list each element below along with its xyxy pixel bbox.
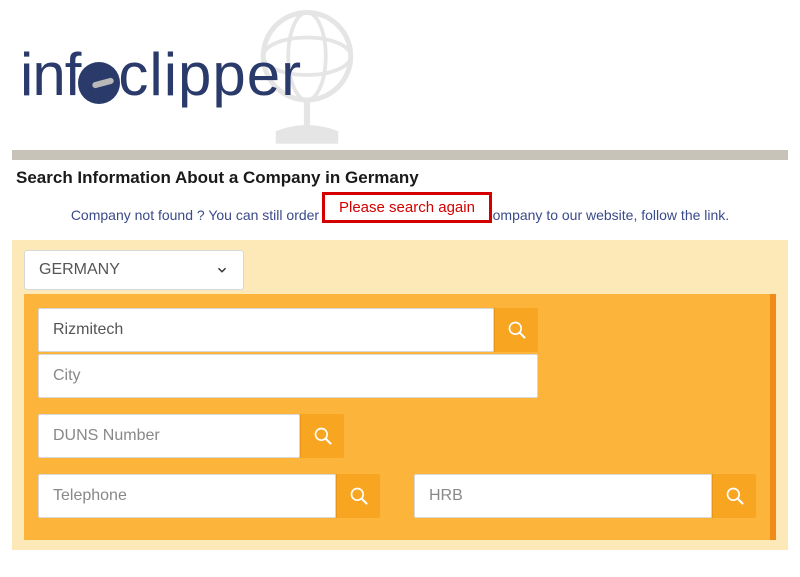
search-panel: GERMANY [12,240,788,550]
search-icon [349,486,369,506]
hrb-search-button[interactable] [712,474,756,518]
search-form [24,294,776,540]
page-title: Search Information About a Company in Ge… [12,168,788,188]
duns-input[interactable] [38,414,300,458]
country-selected-value: GERMANY [39,261,120,279]
error-alert: Please search again [322,192,492,223]
telephone-input[interactable] [38,474,336,518]
divider [12,150,788,160]
search-icon [313,426,333,446]
company-search-button[interactable] [494,308,538,352]
search-icon [725,486,745,506]
city-input[interactable] [38,354,538,398]
company-name-input[interactable] [38,308,494,352]
telephone-search-button[interactable] [336,474,380,518]
country-select[interactable]: GERMANY [24,250,244,290]
logo-prefix: inf [20,41,80,108]
chevron-down-icon [215,263,229,277]
logo: inf clipper [12,0,788,150]
duns-search-button[interactable] [300,414,344,458]
search-icon [507,320,527,340]
logo-suffix: clipper [118,41,302,108]
hrb-input[interactable] [414,474,712,518]
logo-globe-dot-icon [78,62,120,104]
